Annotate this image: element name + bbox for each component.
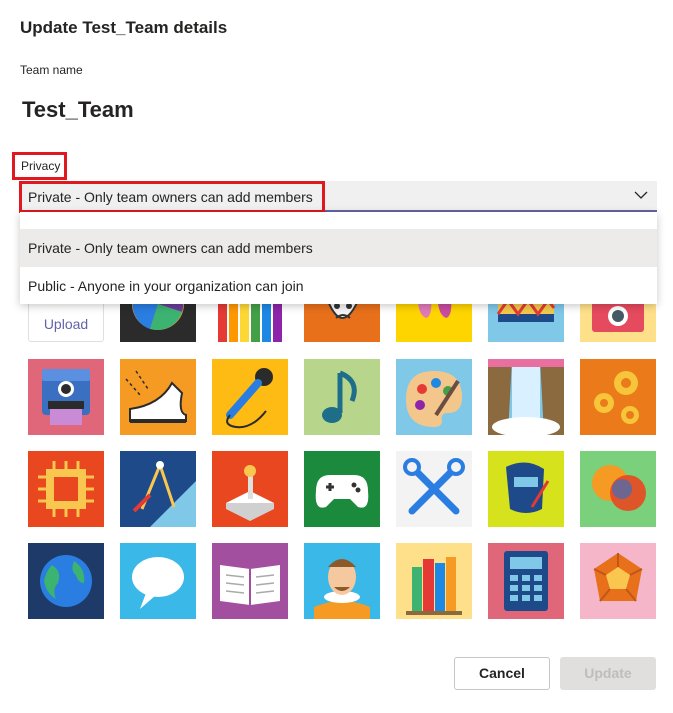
gears-icon[interactable]: [580, 359, 656, 435]
chat-bubbles-icon[interactable]: [580, 451, 656, 527]
team-name-label: Team name: [20, 63, 83, 77]
open-book-icon[interactable]: [212, 543, 288, 619]
dance-shoe-icon[interactable]: [120, 359, 196, 435]
calculator-icon[interactable]: [488, 543, 564, 619]
privacy-option-private[interactable]: Private - Only team owners can add membe…: [20, 229, 657, 267]
wrench-tools-icon[interactable]: [396, 451, 472, 527]
upload-button[interactable]: Upload: [28, 300, 104, 342]
dialog-title: Update Test_Team details: [20, 18, 228, 37]
game-controller-icon[interactable]: [304, 451, 380, 527]
privacy-options-list: Private - Only team owners can add membe…: [20, 212, 657, 304]
privacy-selected-value: Private - Only team owners can add membe…: [19, 181, 325, 213]
waterfall-icon[interactable]: [488, 359, 564, 435]
microphone-icon[interactable]: [212, 359, 288, 435]
dodecahedron-icon[interactable]: [580, 543, 656, 619]
instant-camera-icon[interactable]: [28, 359, 104, 435]
paint-palette-icon[interactable]: [396, 359, 472, 435]
joystick-icon[interactable]: [212, 451, 288, 527]
circuit-chip-icon[interactable]: [28, 451, 104, 527]
welding-mask-icon[interactable]: [488, 451, 564, 527]
globe-icon[interactable]: [28, 543, 104, 619]
books-icon[interactable]: [396, 543, 472, 619]
privacy-option-public[interactable]: Public - Anyone in your organization can…: [20, 267, 657, 305]
drafting-tools-icon[interactable]: [120, 451, 196, 527]
music-note-icon[interactable]: [304, 359, 380, 435]
update-button[interactable]: Update: [560, 657, 656, 690]
shakespeare-icon[interactable]: [304, 543, 380, 619]
speech-bubble-icon[interactable]: [120, 543, 196, 619]
chevron-down-icon[interactable]: [633, 187, 649, 203]
team-name-value[interactable]: Test_Team: [22, 97, 134, 123]
privacy-label: Privacy: [12, 152, 67, 180]
cancel-button[interactable]: Cancel: [454, 657, 550, 690]
privacy-dropdown[interactable]: Private - Only team owners can add membe…: [19, 181, 657, 213]
